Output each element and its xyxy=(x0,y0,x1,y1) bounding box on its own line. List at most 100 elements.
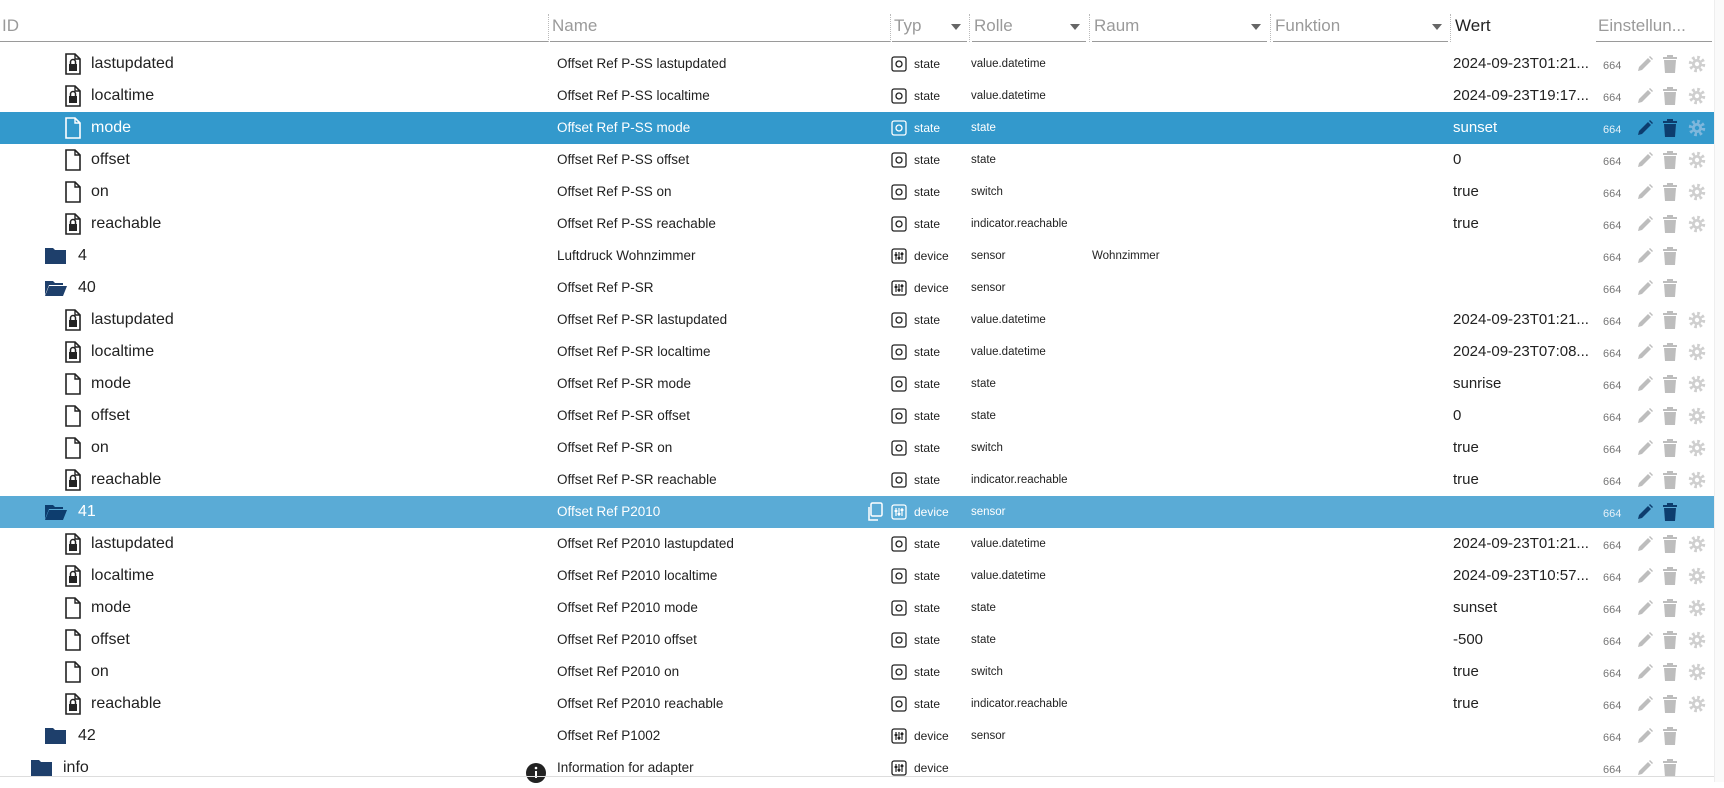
table-row[interactable]: reachable Offset Ref P-SR reachable state i… xyxy=(0,464,1714,496)
object-name[interactable]: Luftdruck Wohnzimmer xyxy=(557,240,696,272)
object-value[interactable]: 2024-09-23T10:57... xyxy=(1453,560,1589,592)
table-row[interactable]: 41 Offset Ref P2010 device sensor 664 xyxy=(0,496,1714,528)
table-row[interactable]: lastupdated Offset Ref P2010 lastupdated s… xyxy=(0,528,1714,560)
gear-icon[interactable] xyxy=(1687,54,1707,74)
edit-icon[interactable] xyxy=(1636,663,1654,681)
edit-icon[interactable] xyxy=(1636,375,1654,393)
edit-icon[interactable] xyxy=(1636,87,1654,105)
delete-icon[interactable] xyxy=(1662,310,1678,330)
delete-icon[interactable] xyxy=(1662,150,1678,170)
object-value[interactable]: 0 xyxy=(1453,144,1461,176)
object-name[interactable]: Offset Ref P2010 on xyxy=(557,656,679,688)
table-row[interactable]: reachable Offset Ref P2010 reachable state… xyxy=(0,688,1714,720)
delete-icon[interactable] xyxy=(1662,502,1678,522)
column-separator[interactable] xyxy=(1089,14,1090,42)
object-name[interactable]: Offset Ref P2010 reachable xyxy=(557,688,723,720)
table-row[interactable]: 4 Luftdruck Wohnzimmer device sensor Wohnzim… xyxy=(0,240,1714,272)
delete-icon[interactable] xyxy=(1662,470,1678,490)
gear-icon[interactable] xyxy=(1687,182,1707,202)
gear-icon[interactable] xyxy=(1687,694,1707,714)
edit-icon[interactable] xyxy=(1636,695,1654,713)
object-value[interactable]: 2024-09-23T01:21... xyxy=(1453,304,1589,336)
gear-icon[interactable] xyxy=(1687,438,1707,458)
delete-icon[interactable] xyxy=(1662,406,1678,426)
table-row[interactable]: localtime Offset Ref P-SS localtime state v… xyxy=(0,80,1714,112)
edit-icon[interactable] xyxy=(1636,151,1654,169)
object-name[interactable]: Information for adapter xyxy=(557,752,694,784)
object-name[interactable]: Offset Ref P-SS mode xyxy=(557,112,690,144)
object-value[interactable]: sunset xyxy=(1453,112,1497,144)
edit-icon[interactable] xyxy=(1636,503,1654,521)
table-row[interactable]: offset Offset Ref P-SR offset state state 0 6… xyxy=(0,400,1714,432)
object-value[interactable]: 2024-09-23T01:21... xyxy=(1453,528,1589,560)
table-row[interactable]: lastupdated Offset Ref P-SR lastupdated st… xyxy=(0,304,1714,336)
edit-icon[interactable] xyxy=(1636,311,1654,329)
gear-icon[interactable] xyxy=(1687,118,1707,138)
table-row[interactable]: on Offset Ref P-SS on state switch true 664 xyxy=(0,176,1714,208)
column-separator[interactable] xyxy=(1270,14,1271,42)
copy-icon[interactable] xyxy=(866,502,884,522)
gear-icon[interactable] xyxy=(1687,214,1707,234)
table-row[interactable]: localtime Offset Ref P-SR localtime state v… xyxy=(0,336,1714,368)
edit-icon[interactable] xyxy=(1636,471,1654,489)
edit-icon[interactable] xyxy=(1636,215,1654,233)
gear-icon[interactable] xyxy=(1687,662,1707,682)
object-name[interactable]: Offset Ref P-SR reachable xyxy=(557,464,717,496)
object-name[interactable]: Offset Ref P-SR lastupdated xyxy=(557,304,727,336)
gear-icon[interactable] xyxy=(1687,374,1707,394)
edit-icon[interactable] xyxy=(1636,247,1654,265)
column-separator[interactable] xyxy=(890,14,891,42)
edit-icon[interactable] xyxy=(1636,535,1654,553)
column-funktion-filter[interactable]: Funktion xyxy=(1273,12,1448,42)
object-name[interactable]: Offset Ref P-SS reachable xyxy=(557,208,716,240)
object-value[interactable]: 2024-09-23T07:08... xyxy=(1453,336,1589,368)
table-row[interactable]: lastupdated Offset Ref P-SS lastupdated st… xyxy=(0,48,1714,80)
delete-icon[interactable] xyxy=(1662,278,1678,298)
object-value[interactable]: true xyxy=(1453,656,1479,688)
folder-open-icon[interactable] xyxy=(44,277,67,299)
table-row[interactable]: reachable Offset Ref P-SS reachable state i… xyxy=(0,208,1714,240)
edit-icon[interactable] xyxy=(1636,119,1654,137)
column-raum-filter[interactable]: Raum xyxy=(1092,12,1267,42)
column-einstellungen-header[interactable]: Einstellun... xyxy=(1596,12,1712,42)
delete-icon[interactable] xyxy=(1662,374,1678,394)
delete-icon[interactable] xyxy=(1662,598,1678,618)
object-value[interactable]: true xyxy=(1453,688,1479,720)
vertical-scrollbar[interactable] xyxy=(1714,0,1724,782)
table-row[interactable]: on Offset Ref P-SR on state switch true 664 xyxy=(0,432,1714,464)
object-name[interactable]: Offset Ref P-SR offset xyxy=(557,400,690,432)
column-separator[interactable] xyxy=(1450,14,1451,42)
column-id-header[interactable]: ID xyxy=(0,12,548,42)
edit-icon[interactable] xyxy=(1636,631,1654,649)
edit-icon[interactable] xyxy=(1636,55,1654,73)
object-name[interactable]: Offset Ref P-SS lastupdated xyxy=(557,48,726,80)
object-value[interactable]: 0 xyxy=(1453,400,1461,432)
edit-icon[interactable] xyxy=(1636,183,1654,201)
delete-icon[interactable] xyxy=(1662,118,1678,138)
delete-icon[interactable] xyxy=(1662,534,1678,554)
delete-icon[interactable] xyxy=(1662,694,1678,714)
delete-icon[interactable] xyxy=(1662,214,1678,234)
table-row[interactable]: 42 Offset Ref P1002 device sensor 664 xyxy=(0,720,1714,752)
object-value[interactable]: true xyxy=(1453,208,1479,240)
gear-icon[interactable] xyxy=(1687,566,1707,586)
column-name-filter[interactable]: Name xyxy=(550,12,890,42)
object-name[interactable]: Offset Ref P-SS offset xyxy=(557,144,689,176)
table-row[interactable]: info Information for adapter device 664 xyxy=(0,752,1714,784)
object-value[interactable]: 2024-09-23T19:17... xyxy=(1453,80,1589,112)
table-row[interactable]: mode Offset Ref P2010 mode state state sunse… xyxy=(0,592,1714,624)
edit-icon[interactable] xyxy=(1636,599,1654,617)
table-row[interactable]: offset Offset Ref P2010 offset state state -… xyxy=(0,624,1714,656)
edit-icon[interactable] xyxy=(1636,407,1654,425)
object-value[interactable]: true xyxy=(1453,464,1479,496)
gear-icon[interactable] xyxy=(1687,342,1707,362)
object-name[interactable]: Offset Ref P2010 xyxy=(557,496,660,528)
column-typ-filter[interactable]: Typ xyxy=(892,12,967,42)
edit-icon[interactable] xyxy=(1636,343,1654,361)
object-value[interactable]: sunset xyxy=(1453,592,1497,624)
delete-icon[interactable] xyxy=(1662,438,1678,458)
gear-icon[interactable] xyxy=(1687,150,1707,170)
table-row[interactable]: mode Offset Ref P-SS mode state state sunset… xyxy=(0,112,1714,144)
edit-icon[interactable] xyxy=(1636,567,1654,585)
object-value[interactable]: sunrise xyxy=(1453,368,1501,400)
